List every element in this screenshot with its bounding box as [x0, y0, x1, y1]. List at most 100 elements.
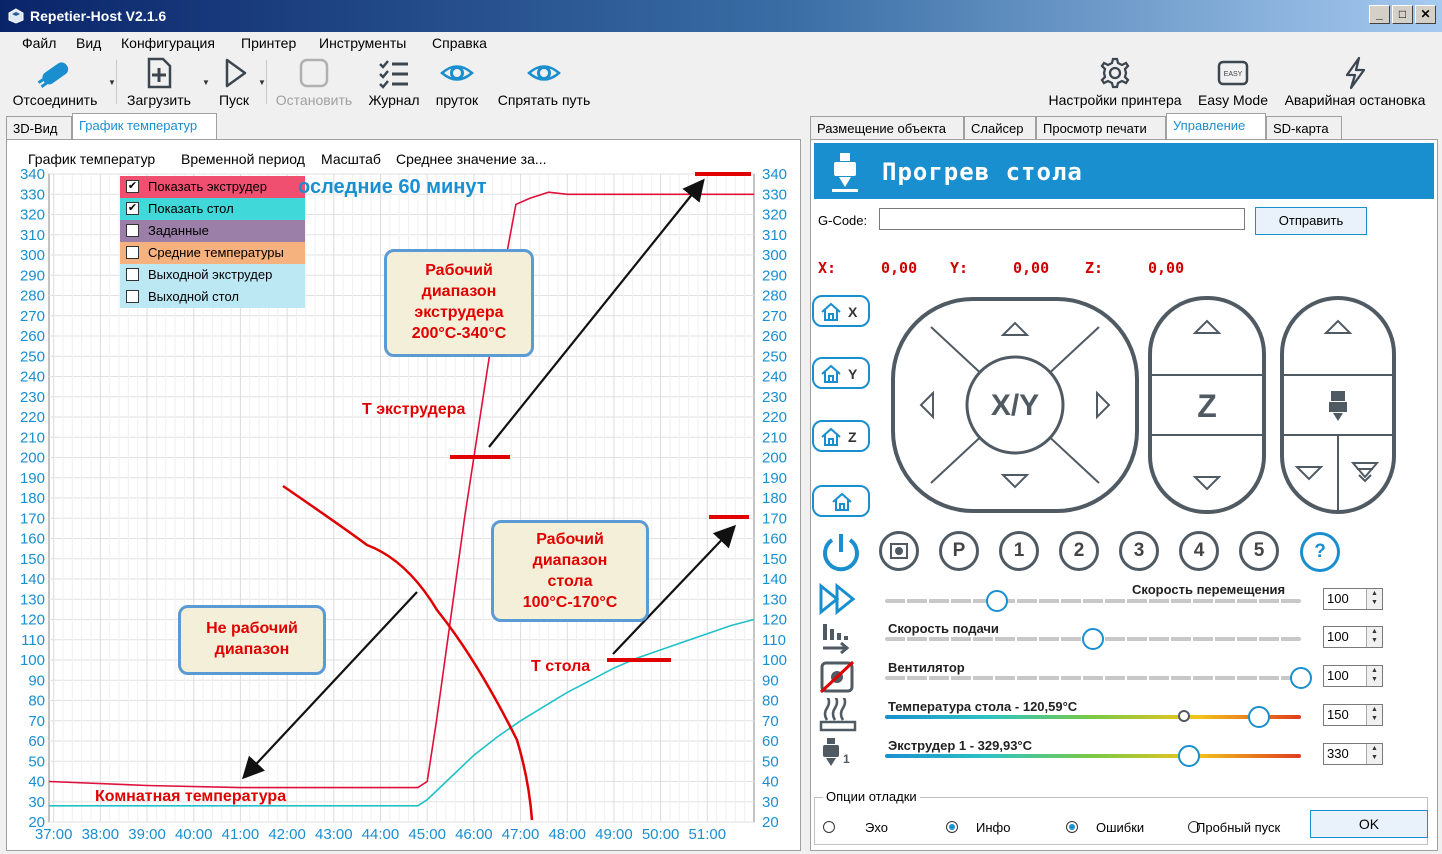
value-spinner[interactable]: 100 ▲ ▼ [1323, 665, 1383, 687]
y-tick-label-right: 200 [762, 450, 787, 467]
xy-jog-pad[interactable]: X/Y [891, 297, 1139, 513]
radio-dry-run-label: Пробный пуск [1196, 820, 1281, 835]
preset-2-button[interactable]: 2 [1059, 531, 1099, 571]
extruder-index: 1 [843, 752, 850, 766]
preset-4-button[interactable]: 4 [1179, 531, 1219, 571]
slider-thumb[interactable] [1248, 706, 1271, 728]
slider-track[interactable] [885, 676, 1301, 680]
plug-icon [37, 62, 69, 88]
slider-thumb[interactable] [1177, 745, 1200, 767]
value-spinner[interactable]: 150 ▲ ▼ [1323, 704, 1383, 726]
start-button[interactable]: Пуск [212, 54, 256, 110]
menu-file[interactable]: Файл [22, 35, 56, 51]
parking-button[interactable] [879, 531, 919, 571]
minimize-button[interactable]: _ [1369, 5, 1390, 24]
legend-item[interactable]: Заданные [120, 220, 305, 242]
power-icon[interactable] [817, 530, 865, 574]
hide-path-button[interactable]: Спрятать путь [488, 54, 600, 110]
z-jog-pad[interactable]: Z [1147, 295, 1267, 515]
load-label: Загрузить [127, 92, 191, 108]
tab-temperature-chart[interactable]: График температур [72, 113, 217, 140]
y-tick-label-right: 240 [762, 369, 787, 386]
spinner-arrows[interactable]: ▲ ▼ [1366, 744, 1382, 764]
menu-tools[interactable]: Инструменты [319, 35, 406, 51]
legend-checkbox[interactable]: ✔ [126, 202, 139, 215]
home-x-button[interactable]: X [812, 295, 870, 327]
send-button[interactable]: Отправить [1255, 207, 1367, 235]
easy-mode-button[interactable]: EASY Easy Mode [1194, 54, 1272, 110]
extruder-jog-pad[interactable] [1279, 295, 1397, 515]
menu-view[interactable]: Вид [76, 35, 101, 51]
legend-item[interactable]: Средние температуры [120, 242, 305, 264]
legend-item[interactable]: ✔ Показать стол [120, 198, 305, 220]
spinner-arrows[interactable]: ▲ ▼ [1366, 705, 1382, 725]
ok-button[interactable]: OK [1310, 810, 1428, 838]
feed-rate-icon [823, 624, 850, 655]
tab-3d-view[interactable]: 3D-Вид [6, 116, 72, 140]
tab-sd-card[interactable]: SD-карта [1266, 116, 1342, 140]
slider-track[interactable] [885, 599, 1301, 603]
spinner-arrows[interactable]: ▲ ▼ [1366, 589, 1382, 609]
preset-1-button[interactable]: 1 [999, 531, 1039, 571]
legend-checkbox[interactable]: ✔ [126, 180, 139, 193]
value-spinner[interactable]: 100 ▲ ▼ [1323, 588, 1383, 610]
y-tick-label-right: 130 [762, 591, 787, 608]
maximize-button[interactable]: □ [1392, 5, 1413, 24]
load-button[interactable]: Загрузить [120, 54, 198, 110]
slider-thumb[interactable] [986, 590, 1009, 612]
slider-track[interactable] [885, 754, 1301, 758]
stop-button[interactable]: Остановить [270, 54, 358, 110]
legend-checkbox[interactable] [126, 290, 139, 303]
slider-track[interactable] [885, 715, 1301, 719]
legend-item[interactable]: ✔ Показать экструдер [120, 176, 305, 198]
legend-checkbox[interactable] [126, 268, 139, 281]
home-z-button[interactable]: Z [812, 420, 870, 452]
disconnect-dropdown-arrow[interactable]: ▼ [108, 78, 116, 87]
emergency-stop-button[interactable]: Аварийная остановка [1278, 54, 1432, 110]
tab-object-placement[interactable]: Размещение объекта [810, 116, 964, 140]
legend-checkbox[interactable] [126, 246, 139, 259]
menu-help[interactable]: Справка [432, 35, 487, 51]
callout-line: диапазон [214, 641, 290, 658]
spinner-value: 100 [1327, 668, 1349, 683]
log-button[interactable]: Журнал [362, 54, 426, 110]
spinner-value: 100 [1327, 591, 1349, 606]
gcode-input[interactable] [879, 208, 1245, 230]
home-y-button[interactable]: Y [812, 357, 870, 389]
disconnect-button[interactable]: Отсоединить [6, 54, 104, 110]
spinner-arrows[interactable]: ▲ ▼ [1366, 627, 1382, 647]
value-spinner[interactable]: 330 ▲ ▼ [1323, 743, 1383, 765]
preset-5-button[interactable]: 5 [1239, 531, 1279, 571]
spinner-arrows[interactable]: ▲ ▼ [1366, 666, 1382, 686]
menu-configuration[interactable]: Конфигурация [121, 35, 215, 51]
filament-button[interactable]: пруток [430, 54, 484, 110]
checklist-icon [379, 60, 408, 89]
preset-3-button[interactable]: 3 [1119, 531, 1159, 571]
preset-p-button[interactable]: P [939, 531, 979, 571]
value-spinner[interactable]: 100 ▲ ▼ [1323, 626, 1383, 648]
y-tick-label-right: 280 [762, 288, 787, 305]
tab-control[interactable]: Управление [1166, 113, 1266, 140]
legend-item[interactable]: Выходной экструдер [120, 264, 305, 286]
non-working-callout: Не рабочий диапазон [178, 605, 326, 675]
start-dropdown-arrow[interactable]: ▼ [258, 78, 266, 87]
bed-range-callout: Рабочий диапазон стола 100°C-170°C [491, 520, 649, 622]
tab-print-preview[interactable]: Просмотр печати [1036, 116, 1166, 140]
close-button[interactable]: ✕ [1415, 5, 1436, 24]
printer-settings-button[interactable]: Настройки принтера [1042, 54, 1188, 110]
tab-slicer[interactable]: Слайсер [964, 116, 1036, 140]
debug-options-title: Опции отладки [823, 789, 920, 804]
y-tick-label-left: 130 [20, 591, 45, 608]
menu-printer[interactable]: Принтер [241, 35, 296, 51]
y-tick-label-right: 290 [762, 267, 787, 284]
home-all-button[interactable] [812, 485, 870, 517]
load-dropdown-arrow[interactable]: ▼ [202, 78, 210, 87]
y-tick-label-left: 30 [28, 794, 45, 811]
slider-thumb[interactable] [1082, 628, 1104, 650]
y-tick-label-right: 50 [762, 753, 779, 770]
legend-item[interactable]: Выходной стол [120, 286, 305, 308]
legend-checkbox[interactable] [126, 224, 139, 237]
slider-thumb[interactable] [1290, 667, 1312, 689]
help-button[interactable]: ? [1300, 532, 1340, 572]
legend-label: Заданные [148, 223, 209, 238]
